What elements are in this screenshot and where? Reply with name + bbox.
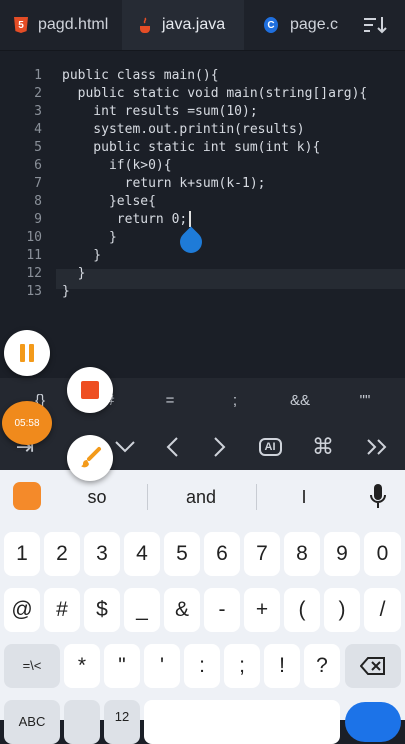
backspace-key[interactable] — [345, 644, 401, 688]
line-number: 6 — [34, 158, 42, 173]
symbol-key-and[interactable]: && — [275, 378, 325, 424]
key-5[interactable]: 5 — [164, 532, 200, 576]
arrow-left-icon[interactable] — [147, 424, 197, 470]
key-numpad[interactable]: 12 — [104, 700, 140, 744]
tab-page-c[interactable]: C page.c — [244, 0, 349, 50]
sort-icon[interactable] — [360, 13, 390, 37]
key-8[interactable]: 8 — [284, 532, 320, 576]
line-number: 10 — [26, 230, 42, 245]
line-number: 1 — [34, 68, 42, 83]
code-line: int results =sum(10); — [62, 104, 258, 119]
stop-button[interactable] — [67, 367, 113, 413]
key-colon[interactable]: : — [184, 644, 220, 688]
line-number: 5 — [34, 140, 42, 155]
key-open-paren[interactable]: ( — [284, 588, 320, 632]
code-line: public class main(){ — [62, 68, 219, 83]
key-abc[interactable]: ABC — [4, 700, 60, 744]
tab-label: pagd.html — [38, 16, 109, 33]
line-number: 12 — [26, 266, 42, 281]
symbol-key-semicolon[interactable]: ; — [210, 378, 260, 424]
code-line: system.out.printin(results) — [62, 122, 305, 137]
code-line: }else{ — [62, 194, 156, 209]
suggestion-i[interactable]: I — [254, 470, 354, 524]
tab-pagd-html[interactable]: 5 pagd.html — [0, 0, 122, 50]
code-editor[interactable]: 1 2 3 4 5 6 7 8 9 10 11 12 13 public cla… — [0, 60, 405, 310]
key-underscore[interactable]: _ — [124, 588, 160, 632]
office-app-icon[interactable] — [13, 482, 41, 510]
current-line-highlight — [56, 269, 405, 289]
key-slash[interactable]: / — [364, 588, 401, 632]
symbol-key-equals[interactable]: = — [145, 378, 195, 424]
symbol-bar: {} # = ; && "" — [0, 378, 405, 424]
key-dollar[interactable]: $ — [84, 588, 120, 632]
key-1[interactable]: 1 — [4, 532, 40, 576]
line-number: 9 — [34, 212, 42, 227]
key-asterisk[interactable]: * — [64, 644, 100, 688]
double-chevron-right-icon[interactable] — [352, 424, 402, 470]
tab-label: java.java — [162, 16, 226, 33]
key-7[interactable]: 7 — [244, 532, 280, 576]
key-3[interactable]: 3 — [84, 532, 120, 576]
tab-java-java[interactable]: java.java — [122, 0, 244, 50]
suggestion-strip: so and I — [0, 470, 405, 524]
code-line: if(k>0){ — [62, 158, 172, 173]
editor-tab-bar: 5 pagd.html java.java C page.c — [0, 0, 405, 51]
key-exclamation[interactable]: ! — [264, 644, 300, 688]
line-number: 13 — [26, 284, 42, 299]
key-9[interactable]: 9 — [324, 532, 360, 576]
line-number: 2 — [34, 86, 42, 101]
line-number: 11 — [26, 248, 42, 263]
c-icon: C — [264, 17, 278, 33]
enter-key[interactable] — [345, 702, 401, 742]
key-at[interactable]: @ — [4, 588, 40, 632]
pause-button[interactable] — [4, 330, 50, 376]
code-line: public static int sum(int k){ — [62, 140, 321, 155]
html5-icon: 5 — [14, 17, 28, 33]
key-question[interactable]: ? — [304, 644, 340, 688]
divider — [147, 484, 148, 510]
arrow-right-icon[interactable] — [195, 424, 245, 470]
suggestion-and[interactable]: and — [151, 470, 251, 524]
microphone-icon[interactable] — [369, 483, 387, 511]
key-close-paren[interactable]: ) — [324, 588, 360, 632]
key-4[interactable]: 4 — [124, 532, 160, 576]
line-number: 4 — [34, 122, 42, 137]
key-minus[interactable]: - — [204, 588, 240, 632]
line-number: 8 — [34, 194, 42, 209]
brush-icon[interactable] — [67, 435, 113, 481]
command-icon[interactable]: ⌘ — [298, 424, 348, 470]
key-6[interactable]: 6 — [204, 532, 240, 576]
key-plus[interactable]: + — [244, 588, 280, 632]
key-ampersand[interactable]: & — [164, 588, 200, 632]
code-line: return k+sum(k-1); — [62, 176, 266, 191]
ai-assistant-icon[interactable]: AI — [245, 424, 295, 470]
key-semicolon[interactable]: ; — [224, 644, 260, 688]
key-single-quote[interactable]: ' — [144, 644, 180, 688]
java-icon — [138, 17, 152, 33]
code-line: } — [62, 266, 86, 281]
spacebar[interactable] — [144, 700, 340, 744]
tab-label: page.c — [290, 16, 339, 33]
key-0[interactable]: 0 — [364, 532, 401, 576]
symbol-key-quotes[interactable]: "" — [340, 378, 390, 424]
key-more-symbols[interactable]: =\< — [4, 644, 60, 688]
key-comma[interactable] — [64, 700, 100, 744]
line-number: 7 — [34, 176, 42, 191]
key-hash[interactable]: # — [44, 588, 80, 632]
editor-nav-bar: ⇥ AI ⌘ — [0, 424, 405, 470]
line-number: 3 — [34, 104, 42, 119]
code-line: return 0; — [62, 212, 188, 227]
code-line: } — [62, 248, 102, 263]
code-line: } — [62, 284, 70, 299]
key-double-quote[interactable]: " — [104, 644, 140, 688]
code-line: } — [62, 230, 117, 245]
key-2[interactable]: 2 — [44, 532, 80, 576]
soft-keyboard: so and I 1 2 3 4 5 6 7 8 9 0 @ # $ _ & -… — [0, 470, 405, 744]
recording-timer[interactable]: 05:58 — [2, 401, 52, 445]
backspace-icon — [360, 657, 385, 675]
text-cursor — [189, 211, 191, 227]
code-line: public static void main(string[]arg){ — [62, 86, 368, 101]
